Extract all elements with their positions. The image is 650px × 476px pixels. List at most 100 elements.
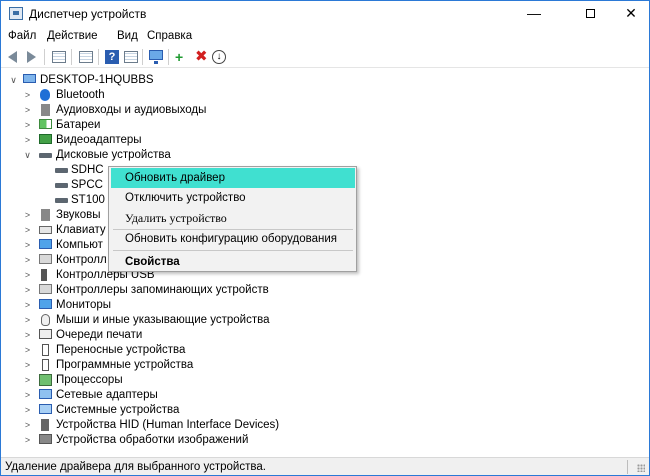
system-device-icon (39, 404, 52, 414)
tree-item-disk-drives[interactable]: ∨ Дисковые устройства (1, 148, 641, 163)
tree-item-audio-io[interactable]: > Аудиовходы и аудиовыходы (1, 103, 641, 118)
properties-button[interactable] (51, 49, 67, 65)
tree-item-label: ST100 (71, 194, 105, 206)
monitor-icon (39, 299, 52, 309)
context-menu: Обновить драйвер Отключить устройство Уд… (108, 166, 357, 272)
menu-file[interactable]: Файл (8, 30, 36, 42)
tree-item-label: Системные устройства (56, 404, 180, 416)
tree-item-label: Переносные устройства (56, 344, 186, 356)
forward-button[interactable] (23, 49, 39, 65)
expand-icon[interactable]: > (23, 121, 32, 130)
collapse-icon[interactable]: ∨ (23, 151, 32, 160)
tree-item-label: Компьют (56, 239, 103, 251)
tree-item-label: SPCC (71, 179, 103, 191)
remove-icon: ✖ (195, 48, 208, 65)
forward-icon (27, 51, 36, 63)
expand-icon[interactable]: > (23, 241, 32, 250)
expand-icon[interactable]: > (23, 391, 32, 400)
tree-item-label: Дисковые устройства (56, 149, 171, 161)
maximize-button[interactable] (567, 1, 613, 27)
expand-icon[interactable]: > (23, 136, 32, 145)
tree-item-monitors[interactable]: > Мониторы (1, 298, 641, 313)
audio-icon (41, 104, 50, 116)
remove-device-button[interactable]: ✖ (193, 49, 209, 65)
expand-icon[interactable]: > (23, 106, 32, 115)
menu-action[interactable]: Действие (47, 30, 98, 42)
expand-icon[interactable]: > (23, 91, 32, 100)
menu-item-scan-hardware[interactable]: Обновить конфигурацию оборудования (111, 229, 355, 249)
expand-icon[interactable]: > (23, 436, 32, 445)
computer-icon (23, 74, 36, 83)
expand-icon[interactable]: > (23, 226, 32, 235)
keyboard-icon (39, 226, 52, 234)
scan-hardware-button[interactable] (148, 49, 164, 65)
tree-item-label: Устройства HID (Human Interface Devices) (56, 419, 280, 431)
expand-icon[interactable]: > (23, 256, 32, 265)
portable-device-icon (42, 344, 49, 356)
close-icon: ✕ (625, 5, 637, 21)
toolbar-separator (98, 49, 99, 65)
update-driver-button[interactable]: ↓ (211, 49, 227, 65)
tree-item-network-adapters[interactable]: > Сетевые адаптеры (1, 388, 641, 403)
tree-item-display-adapters[interactable]: > Видеоадаптеры (1, 133, 641, 148)
add-driver-icon: + (175, 49, 184, 65)
expand-icon[interactable]: > (23, 361, 32, 370)
tree-root[interactable]: ∨ DESKTOP-1HQUBBS (1, 73, 641, 88)
close-button[interactable]: ✕ (613, 1, 649, 27)
expand-icon[interactable]: > (23, 406, 32, 415)
processor-icon (39, 374, 52, 386)
tree-item-hid[interactable]: > Устройства HID (Human Interface Device… (1, 418, 641, 433)
tree-item-label: Устройства обработки изображений (56, 434, 249, 446)
tree-item-label: Мониторы (56, 299, 112, 311)
help-button[interactable]: ? (104, 49, 120, 65)
expand-icon[interactable]: > (23, 271, 32, 280)
menu-item-disable-device[interactable]: Отключить устройство (111, 188, 355, 208)
menu-help[interactable]: Справка (147, 30, 192, 42)
tree-item-bluetooth[interactable]: > Bluetooth (1, 88, 641, 103)
list-view-button[interactable] (78, 49, 94, 65)
printer-icon (39, 329, 52, 339)
properties-icon (52, 51, 66, 63)
expand-icon[interactable]: > (23, 316, 32, 325)
toolbar: ? + ✖ ↓ (1, 46, 649, 68)
tree-item-label: Bluetooth (56, 89, 105, 101)
tree-item-system-devices[interactable]: > Системные устройства (1, 403, 641, 418)
tree-item-batteries[interactable]: > Батареи (1, 118, 641, 133)
expand-icon[interactable]: > (23, 421, 32, 430)
tree-item-portable-devices[interactable]: > Переносные устройства (1, 343, 641, 358)
back-icon (8, 51, 17, 63)
tree-item-processors[interactable]: > Процессоры (1, 373, 641, 388)
tree-item-software-devices[interactable]: > Программные устройства (1, 358, 641, 373)
update-icon: ↓ (212, 50, 226, 64)
status-text: Удаление драйвера для выбранного устройс… (5, 461, 266, 473)
tree-item-label: Программные устройства (56, 359, 194, 371)
tree-item-label: Контролл (56, 254, 107, 266)
expand-icon[interactable]: > (23, 376, 32, 385)
expand-icon[interactable]: > (23, 301, 32, 310)
menu-item-properties[interactable]: Свойства (111, 252, 355, 272)
expand-icon[interactable]: > (23, 331, 32, 340)
tree-item-storage-controllers[interactable]: > Контроллеры запоминающих устройств (1, 283, 641, 298)
tree-item-label: Очереди печати (56, 329, 143, 341)
expand-icon[interactable]: > (23, 211, 32, 220)
tree-item-imaging-devices[interactable]: > Устройства обработки изображений (1, 433, 641, 448)
tree-item-label: Видеоадаптеры (56, 134, 142, 146)
menu-item-uninstall-device[interactable]: Удалить устройство (111, 208, 355, 228)
status-bar: Удаление драйвера для выбранного устройс… (1, 457, 649, 475)
title-bar[interactable]: Диспетчер устройств — ✕ (1, 1, 649, 27)
hid-icon (41, 419, 49, 431)
resize-grip-icon[interactable] (637, 464, 645, 472)
expand-icon[interactable]: > (23, 346, 32, 355)
tree-item-print-queues[interactable]: > Очереди печати (1, 328, 641, 343)
collapse-icon[interactable]: ∨ (9, 76, 18, 85)
expand-icon[interactable]: > (23, 286, 32, 295)
minimize-button[interactable]: — (511, 1, 557, 27)
bluetooth-icon (40, 89, 50, 101)
back-button[interactable] (5, 49, 21, 65)
details-button[interactable] (123, 49, 139, 65)
tree-item-mice[interactable]: > Мыши и иные указывающие устройства (1, 313, 641, 328)
list-icon (79, 51, 93, 63)
menu-view[interactable]: Вид (117, 30, 138, 42)
menu-item-update-driver[interactable]: Обновить драйвер (111, 168, 355, 188)
add-driver-button[interactable]: + (174, 49, 190, 65)
